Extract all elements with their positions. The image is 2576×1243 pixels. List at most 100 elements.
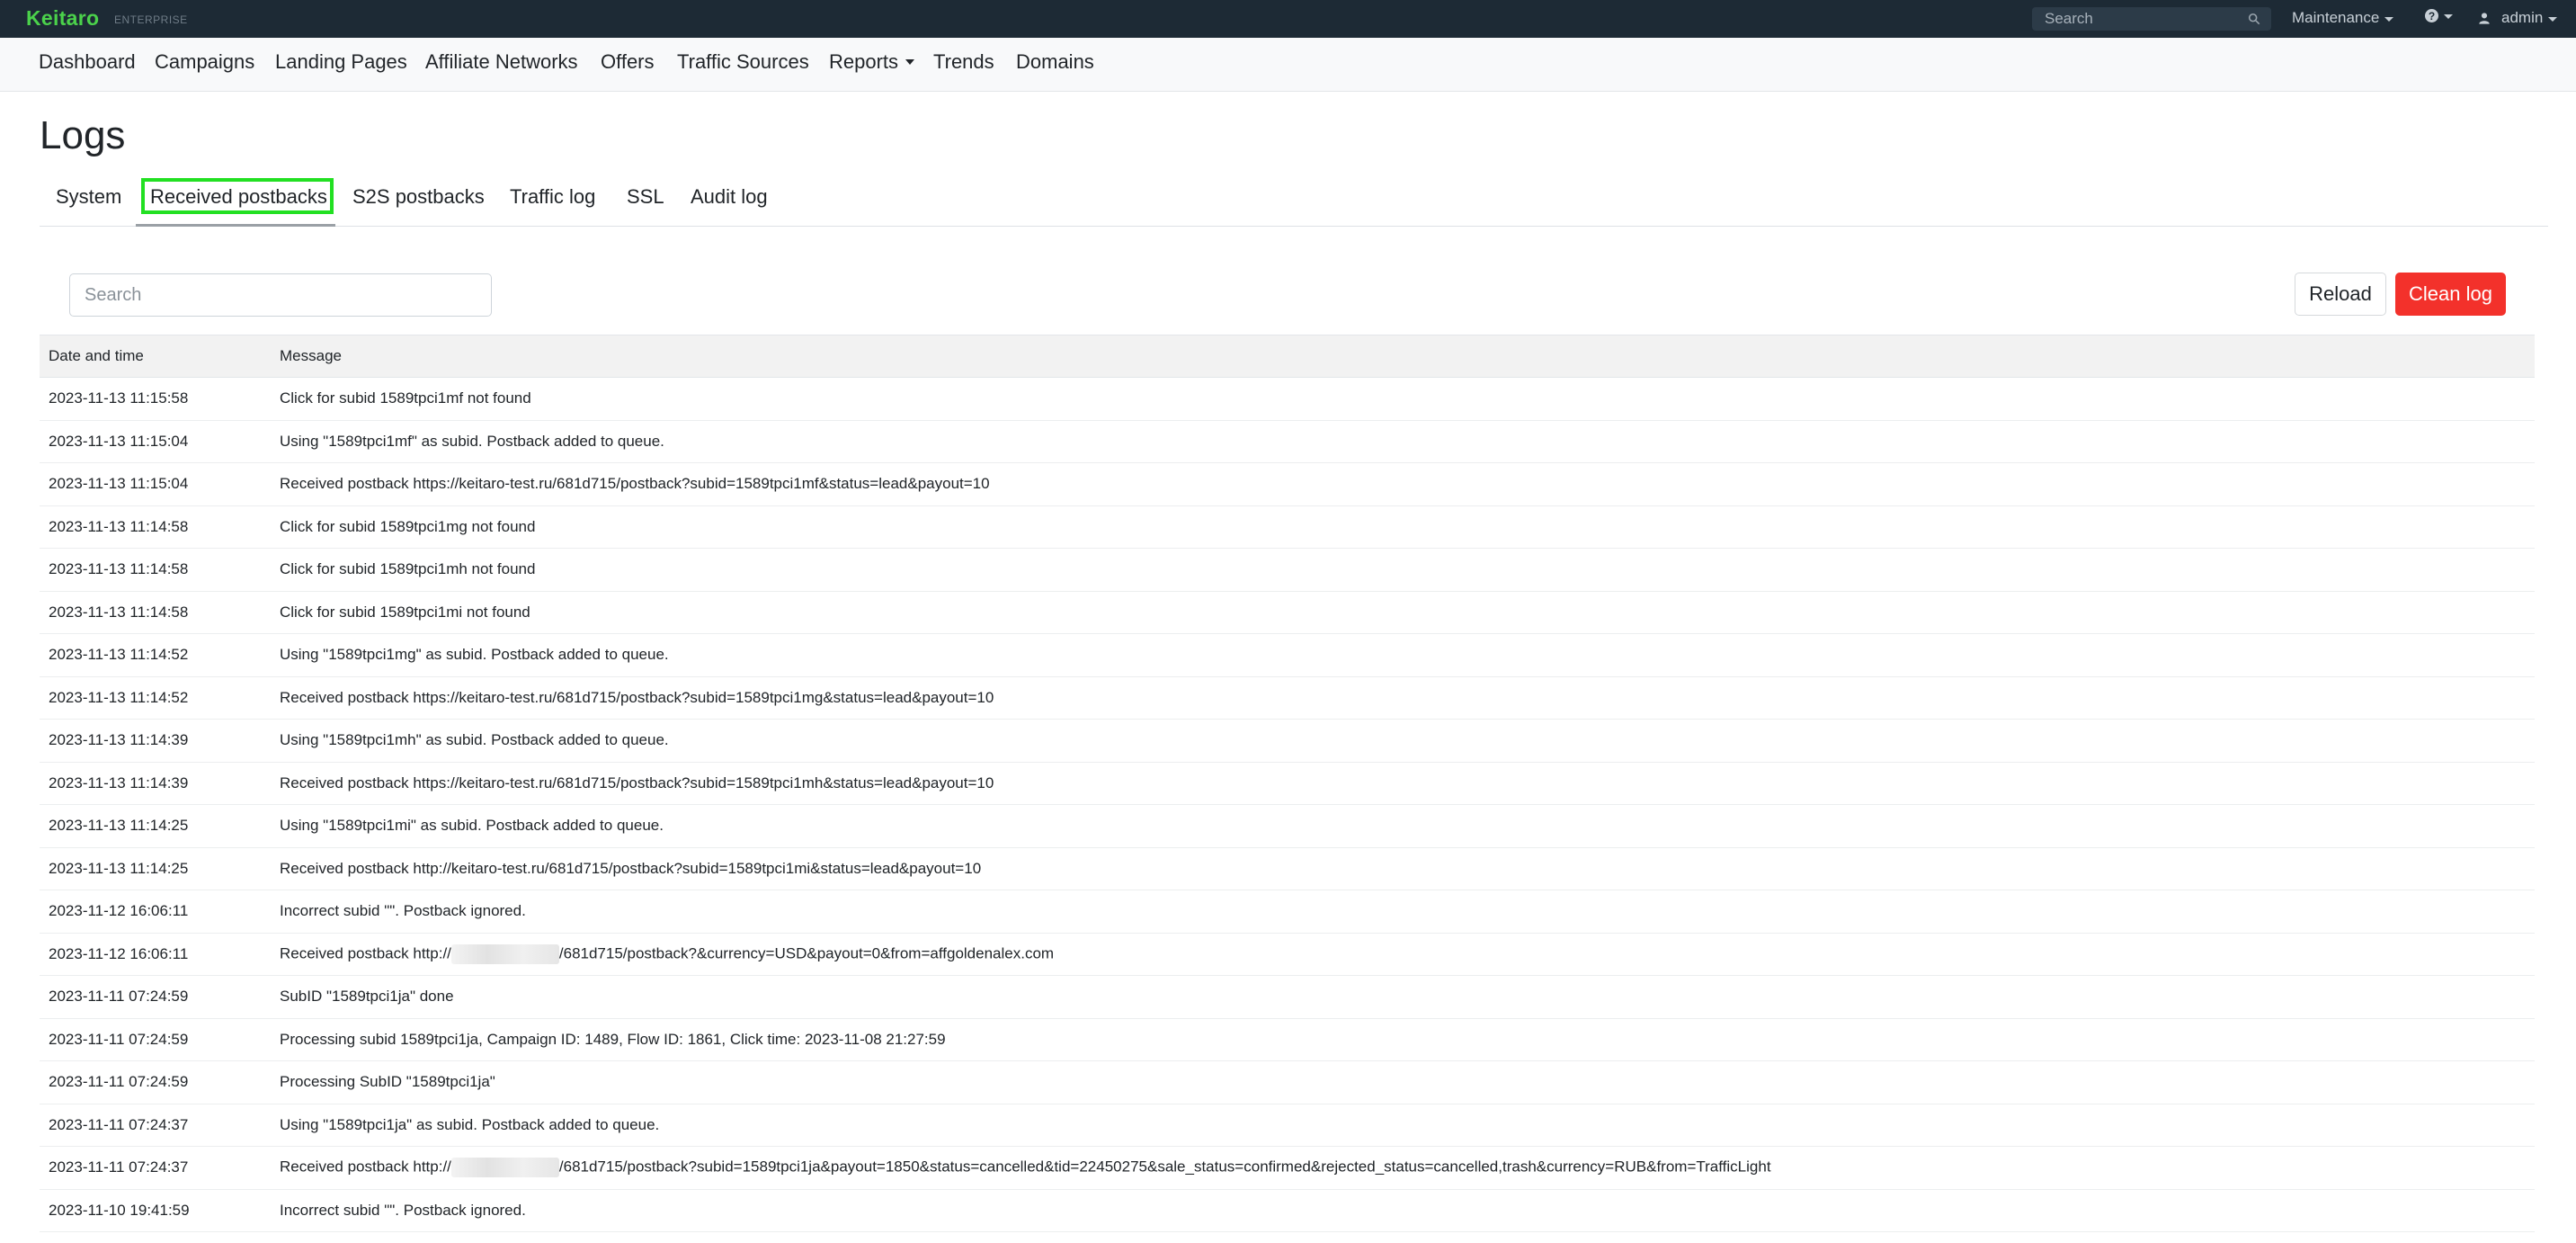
- log-message: Incorrect subid "". Postback ignored.: [271, 1189, 2535, 1232]
- log-message-text: Using "1589tpci1mf" as subid. Postback a…: [280, 432, 664, 450]
- log-message: Using "1589tpci1ja" as subid. Postback a…: [271, 1104, 2535, 1147]
- log-message: Received postback http://keitaro-test.ru…: [271, 847, 2535, 890]
- log-date: 2023-11-13 11:14:25: [40, 847, 271, 890]
- log-date: 2023-11-13 11:14:58: [40, 505, 271, 549]
- log-message-text: Processing SubID "1589tpci1ja": [280, 1073, 495, 1091]
- nav-affiliate-networks[interactable]: Affiliate Networks: [425, 50, 578, 74]
- log-message: Processing subid 1589tpci1ja, Campaign I…: [271, 1018, 2535, 1061]
- brand-edition: ENTERPRISE: [114, 13, 188, 26]
- log-date: 2023-11-10 19:41:59: [40, 1189, 271, 1232]
- help-menu[interactable]: ?: [2425, 9, 2453, 22]
- log-message-text: Received postback https://keitaro-test.r…: [280, 688, 994, 706]
- table-row: 2023-11-13 11:14:39 Received postback htt…: [40, 762, 2535, 805]
- nav-offers[interactable]: Offers: [601, 50, 655, 74]
- nav-reports-label: Reports: [829, 50, 899, 73]
- active-tab-underline: [136, 224, 335, 227]
- log-message-text: Click for subid 1589tpci1mi not found: [280, 603, 530, 621]
- clean-log-button[interactable]: Clean log: [2395, 273, 2506, 316]
- global-search-input[interactable]: [2045, 10, 2242, 28]
- log-date: 2023-11-13 11:14:25: [40, 804, 271, 848]
- brand-logo[interactable]: Keitaro: [26, 6, 99, 31]
- table-row: 2023-11-13 11:14:25 Received postback htt…: [40, 847, 2535, 890]
- nav-reports[interactable]: Reports: [829, 50, 915, 74]
- global-search: [2032, 7, 2271, 31]
- nav-landing-pages[interactable]: Landing Pages: [275, 50, 407, 74]
- table-row: 2023-11-12 16:06:11 Incorrect subid "". P…: [40, 890, 2535, 934]
- table-row: 2023-11-13 11:14:58 Click for subid 1589t…: [40, 591, 2535, 634]
- reload-button[interactable]: Reload: [2295, 273, 2386, 316]
- log-message: Click for subid 1589tpci1mi not found: [271, 591, 2535, 634]
- chevron-down-icon: [2548, 16, 2558, 22]
- table-row: 2023-11-11 07:24:59 SubID "1589tpci1ja" d…: [40, 975, 2535, 1019]
- log-message: Processing SubID "1589tpci1ja": [271, 1060, 2535, 1104]
- log-message-text: Using "1589tpci1ja" as subid. Postback a…: [280, 1115, 660, 1133]
- log-date: 2023-11-13 11:14:39: [40, 762, 271, 805]
- table-row: 2023-11-11 07:24:59 Processing subid 1589…: [40, 1018, 2535, 1061]
- log-date: 2023-11-13 11:15:04: [40, 462, 271, 506]
- log-table: Date and time Message 2023-11-13 11:15:5…: [40, 335, 2535, 1232]
- log-message: Using "1589tpci1mf" as subid. Postback a…: [271, 420, 2535, 463]
- log-message-text: Incorrect subid "". Postback ignored.: [280, 902, 526, 920]
- log-date: 2023-11-13 11:14:39: [40, 719, 271, 763]
- header-date-time[interactable]: Date and time: [40, 335, 271, 378]
- table-row: 2023-11-13 11:15:04 Received postback htt…: [40, 462, 2535, 506]
- search-icon[interactable]: [2248, 13, 2260, 25]
- log-date: 2023-11-13 11:15:58: [40, 377, 271, 421]
- user-name: admin: [2501, 9, 2544, 26]
- log-message-text: Received postback http://: [280, 944, 451, 962]
- redacted-domain: [450, 943, 559, 964]
- log-message: Received postback https://keitaro-test.r…: [271, 462, 2535, 506]
- log-message-text: Processing subid 1589tpci1ja, Campaign I…: [280, 1030, 946, 1048]
- log-message-text: Received postback https://keitaro-test.r…: [280, 475, 990, 493]
- log-search-input[interactable]: [69, 273, 492, 317]
- maintenance-menu[interactable]: Maintenance: [2292, 9, 2394, 27]
- redacted-domain: [450, 1158, 559, 1178]
- log-message: Using "1589tpci1mg" as subid. Postback a…: [271, 633, 2535, 677]
- top-bar: Keitaro ENTERPRISE Maintenance ? admin: [0, 0, 2576, 38]
- log-message-text: Received postback http://keitaro-test.ru…: [280, 859, 982, 877]
- tab-system[interactable]: System: [56, 185, 121, 209]
- log-message: Incorrect subid "". Postback ignored.: [271, 890, 2535, 934]
- log-message-text: Received postback https://keitaro-test.r…: [280, 774, 994, 791]
- tab-audit-log[interactable]: Audit log: [691, 185, 768, 209]
- table-row: 2023-11-12 16:06:11 Received postback htt…: [40, 933, 2535, 976]
- nav-campaigns[interactable]: Campaigns: [155, 50, 254, 74]
- table-row: 2023-11-13 11:14:52 Received postback htt…: [40, 676, 2535, 720]
- tab-s2s-postbacks[interactable]: S2S postbacks: [352, 185, 485, 209]
- log-date: 2023-11-13 11:14:52: [40, 633, 271, 677]
- log-date: 2023-11-12 16:06:11: [40, 890, 271, 934]
- log-message: Click for subid 1589tpci1mg not found: [271, 505, 2535, 549]
- log-message: Using "1589tpci1mh" as subid. Postback a…: [271, 719, 2535, 763]
- log-date: 2023-11-13 11:15:04: [40, 420, 271, 463]
- table-row: 2023-11-13 11:14:52 Using "1589tpci1mg" a…: [40, 633, 2535, 677]
- log-date: 2023-11-13 11:14:58: [40, 548, 271, 592]
- table-row: 2023-11-11 07:24:59 Processing SubID "158…: [40, 1060, 2535, 1104]
- log-message: Received postback https://keitaro-test.r…: [271, 762, 2535, 805]
- log-message-text: SubID "1589tpci1ja" done: [280, 988, 454, 1006]
- user-icon: [2479, 13, 2490, 24]
- nav-domains[interactable]: Domains: [1016, 50, 1094, 74]
- nav-trends[interactable]: Trends: [933, 50, 994, 74]
- log-message-text: Click for subid 1589tpci1mf not found: [280, 389, 531, 407]
- table-header-row: Date and time Message: [40, 335, 2535, 378]
- log-date: 2023-11-13 11:14:58: [40, 591, 271, 634]
- header-message[interactable]: Message: [271, 335, 2535, 378]
- log-date: 2023-11-11 07:24:59: [40, 1018, 271, 1061]
- nav-dashboard[interactable]: Dashboard: [39, 50, 136, 74]
- table-row: 2023-11-13 11:15:04 Using "1589tpci1mf" a…: [40, 420, 2535, 463]
- tab-traffic-log[interactable]: Traffic log: [510, 185, 595, 209]
- tab-received-postbacks[interactable]: Received postbacks: [150, 185, 327, 209]
- log-date: 2023-11-11 07:24:59: [40, 1060, 271, 1104]
- table-row: 2023-11-13 11:14:25 Using "1589tpci1mi" a…: [40, 804, 2535, 848]
- log-message: Received postback http:// /681d715/postba…: [271, 933, 2535, 976]
- tab-ssl[interactable]: SSL: [627, 185, 664, 209]
- user-menu[interactable]: admin: [2478, 9, 2558, 27]
- nav-traffic-sources[interactable]: Traffic Sources: [677, 50, 809, 74]
- table-row: 2023-11-10 19:41:59 Incorrect subid "". P…: [40, 1189, 2535, 1232]
- log-table-body: 2023-11-13 11:15:58 Click for subid 1589t…: [40, 377, 2535, 1232]
- log-message-text: Click for subid 1589tpci1mg not found: [280, 517, 536, 535]
- chevron-down-icon: [2384, 16, 2394, 22]
- log-message: Received postback https://keitaro-test.r…: [271, 676, 2535, 720]
- table-row: 2023-11-11 07:24:37 Received postback htt…: [40, 1146, 2535, 1190]
- help-icon: ?: [2425, 9, 2438, 22]
